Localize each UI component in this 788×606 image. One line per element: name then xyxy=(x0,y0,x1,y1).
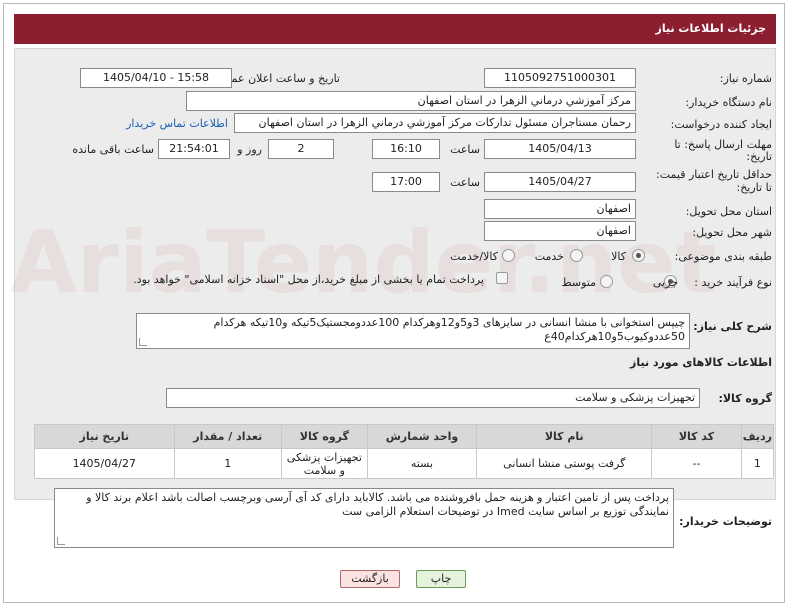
cell-code: -- xyxy=(651,448,742,479)
announce-field: 1405/04/10 - 15:58 xyxy=(80,68,232,88)
price-validity-label: حداقل تاریخ اعتبار قیمت: xyxy=(656,168,772,181)
items-section-title: اطلاعات کالاهای مورد نیاز xyxy=(630,356,772,369)
treasury-checkbox[interactable] xyxy=(496,272,508,284)
treasury-note: پرداخت تمام یا بخشی از مبلغ خرید،از محل … xyxy=(133,273,484,286)
col-need-date: تاریخ نیاز xyxy=(34,424,175,449)
need-number-field: 1105092751000301 xyxy=(484,68,636,88)
col-unit: واحد شمارش xyxy=(366,424,478,449)
category-option-goods: کالا xyxy=(611,250,626,263)
buyer-notes-label: توضیحات خریدار: xyxy=(679,515,772,528)
table-row: 1 -- گرفت پوستی منشا انسانی بسته تجهیزات… xyxy=(34,448,775,479)
category-radio-service[interactable] xyxy=(570,249,583,262)
col-name: نام کالا xyxy=(476,424,653,449)
resize-grip-icon[interactable] xyxy=(139,338,147,346)
reply-days-field: 2 xyxy=(268,139,334,159)
requester-field: رحمان مستاجران مسئول تدارکات مرکز آموزشي… xyxy=(234,113,636,133)
buyer-contact-link[interactable]: اطلاعات تماس خریدار xyxy=(126,117,228,130)
cell-row: 1 xyxy=(740,448,775,479)
need-number-label: شماره نیاز: xyxy=(719,72,772,85)
requester-label: ایجاد کننده درخواست: xyxy=(670,118,772,131)
buyer-org-label: نام دستگاه خریدار: xyxy=(685,96,772,109)
buyer-org-field: مرکز آموزشي درماني الزهرا در استان اصفها… xyxy=(186,91,636,111)
print-button[interactable]: چاپ xyxy=(416,570,466,588)
cell-name: گرفت پوستی منشا انسانی xyxy=(476,448,653,479)
page-title: جزئیات اطلاعات نیاز xyxy=(14,14,776,44)
buyer-notes-field: پرداخت پس از تامین اعتبار و هزینه حمل با… xyxy=(54,488,674,548)
purchase-option-minor: جزیی xyxy=(652,276,678,289)
delivery-city-label: شهر محل تحویل: xyxy=(692,226,772,239)
delivery-province-label: استان محل تحویل: xyxy=(685,205,772,218)
back-button[interactable]: بازگشت xyxy=(340,570,400,588)
buyer-notes-text: پرداخت پس از تامین اعتبار و هزینه حمل با… xyxy=(86,491,669,518)
price-validity-date-field: 1405/04/27 xyxy=(484,172,636,192)
category-label: طبقه بندی موضوعی: xyxy=(674,250,772,263)
cell-group: تجهیزات پزشکی و سلامت xyxy=(281,448,368,479)
category-radio-both[interactable] xyxy=(502,249,515,262)
price-validity-time-field: 17:00 xyxy=(372,172,440,192)
col-group: گروه کالا xyxy=(281,424,368,449)
reply-time-field: 16:10 xyxy=(372,139,440,159)
resize-grip-icon[interactable] xyxy=(57,537,65,545)
purchase-type-label: نوع فرآیند خرید : xyxy=(694,276,772,289)
price-validity-time-label: ساعت xyxy=(450,176,480,189)
description-field: چیپس استخوانی با منشا انسانی در سایزهای … xyxy=(136,313,690,349)
reply-date-field: 1405/04/13 xyxy=(484,139,636,159)
cell-qty: 1 xyxy=(173,448,283,479)
col-code: کد کالا xyxy=(651,424,742,449)
reply-deadline-label-2: تاریخ: xyxy=(746,150,772,163)
reply-time-label: ساعت xyxy=(450,143,480,156)
delivery-province-field: اصفهان xyxy=(484,199,636,219)
category-radio-goods[interactable] xyxy=(632,249,645,262)
description-label: شرح کلی نیاز: xyxy=(693,320,772,333)
col-row: ردیف xyxy=(740,424,775,449)
col-qty: تعداد / مقدار xyxy=(173,424,283,449)
reply-days-label: روز و xyxy=(237,143,262,156)
delivery-city-field: اصفهان xyxy=(484,221,636,241)
purchase-option-medium: متوسط xyxy=(561,276,596,289)
category-option-both: کالا/خدمت xyxy=(450,250,498,263)
remaining-time-label: ساعت باقی مانده xyxy=(72,143,154,156)
purchase-radio-medium[interactable] xyxy=(600,275,613,288)
items-table-header: ردیف کد کالا نام کالا واحد شمارش گروه کا… xyxy=(34,424,775,449)
category-option-service: خدمت xyxy=(534,250,564,263)
price-validity-label-2: تا تاریخ: xyxy=(736,181,772,194)
goods-group-label: گروه کالا: xyxy=(718,392,772,405)
description-text: چیپس استخوانی با منشا انسانی در سایزهای … xyxy=(213,316,685,343)
items-table: ردیف کد کالا نام کالا واحد شمارش گروه کا… xyxy=(34,424,775,479)
remaining-time-field: 21:54:01 xyxy=(158,139,230,159)
cell-unit: بسته xyxy=(366,448,478,479)
cell-need-date: 1405/04/27 xyxy=(34,448,175,479)
goods-group-field: تجهیزات پزشکی و سلامت xyxy=(166,388,700,408)
